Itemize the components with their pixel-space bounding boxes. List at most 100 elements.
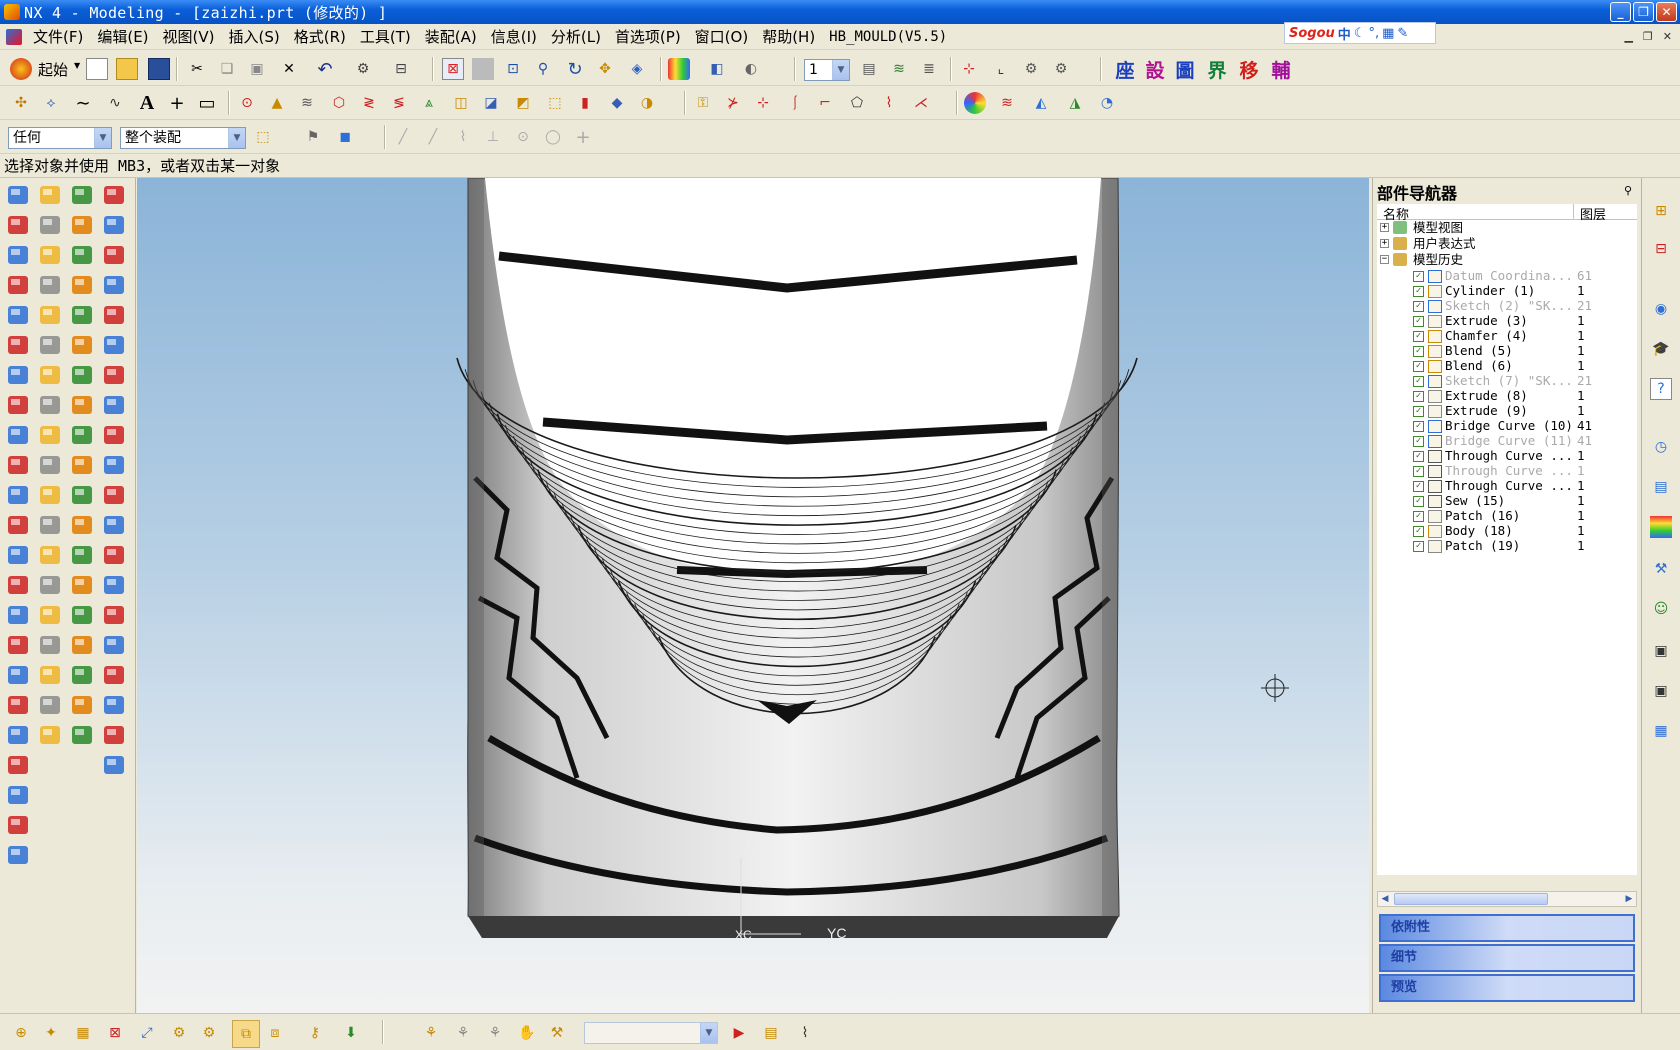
hb-assist-button[interactable]: 輔 xyxy=(1270,58,1292,82)
delete-icon[interactable]: ✕ xyxy=(278,58,300,80)
menu-preferences[interactable]: 首选项(P) xyxy=(608,26,688,47)
menu-hb-mould[interactable]: HB_MOULD(V5.5) xyxy=(822,29,954,45)
ime-toolbar[interactable]: Sogou 中 ☾ °, ▦ ✎ xyxy=(1284,22,1436,44)
edit-length-icon[interactable]: ⬠ xyxy=(846,92,868,114)
combined-curve-icon[interactable]: ◫ xyxy=(450,92,472,114)
feature-visibility-checkbox[interactable]: ✓ xyxy=(1413,496,1424,507)
fillet-curve-icon[interactable]: ⚿ xyxy=(692,92,714,114)
move-to-layer-icon[interactable]: ≣ xyxy=(918,58,940,80)
menu-analysis[interactable]: 分析(L) xyxy=(544,26,608,47)
feature-visibility-checkbox[interactable]: ✓ xyxy=(1413,436,1424,447)
feature-visibility-checkbox[interactable]: ✓ xyxy=(1413,346,1424,357)
curve-length-icon[interactable]: ⋌ xyxy=(910,92,932,114)
section-curve-icon[interactable]: ◩ xyxy=(512,92,534,114)
select-features-icon[interactable]: ⚑ xyxy=(302,126,324,148)
pan-icon[interactable]: ✥ xyxy=(594,58,616,80)
feature-row[interactable]: ✓ Sketch (7) "SK... 21 xyxy=(1377,373,1633,389)
keyboard-icon[interactable]: ▦ xyxy=(1382,26,1394,41)
selection-filter-icon[interactable]: ⬚ xyxy=(252,126,274,148)
paste-icon[interactable]: ▣ xyxy=(246,58,268,80)
replace-component-icon[interactable]: ⊠ xyxy=(104,1022,126,1044)
sequence-icon[interactable]: ▶ xyxy=(728,1022,750,1044)
motion-curve-icon[interactable]: ⌇ xyxy=(794,1022,816,1044)
reflection-analysis-icon[interactable]: ◮ xyxy=(1064,92,1086,114)
close-button[interactable]: ✕ xyxy=(1656,2,1677,22)
hand-icon[interactable]: ✋ xyxy=(516,1022,538,1044)
slope-analysis-icon[interactable]: ◔ xyxy=(1096,92,1118,114)
feature-row[interactable]: ✓ Bridge Curve (10) 41 xyxy=(1377,418,1633,434)
menu-tools[interactable]: 工具(T) xyxy=(353,26,418,47)
feature-visibility-checkbox[interactable]: ✓ xyxy=(1413,361,1424,372)
project-curve-icon[interactable]: ⩓ xyxy=(418,92,440,114)
stretch-curve-icon[interactable]: ⌇ xyxy=(878,92,900,114)
snap-endpoint-icon[interactable]: ╱ xyxy=(392,126,414,148)
wave-geometry-linker-icon[interactable]: ⧉ xyxy=(232,1020,260,1048)
feature-visibility-checkbox[interactable]: ✓ xyxy=(1413,421,1424,432)
selection-icon[interactable]: ⊟ xyxy=(390,58,412,80)
ellipse-icon[interactable]: ⊙ xyxy=(236,92,258,114)
feature-visibility-checkbox[interactable]: ✓ xyxy=(1413,286,1424,297)
pin-icon[interactable]: ⚲ xyxy=(1624,184,1632,197)
face-analysis-icon[interactable]: ◭ xyxy=(1030,92,1052,114)
feature-visibility-checkbox[interactable]: ✓ xyxy=(1413,331,1424,342)
minimize-button[interactable]: _ xyxy=(1610,2,1631,22)
wrap-curve-icon[interactable]: ◆ xyxy=(606,92,628,114)
feature-row[interactable]: ✓ Patch (19) 1 xyxy=(1377,538,1633,554)
snap-quadrant-icon[interactable]: ◯ xyxy=(542,126,564,148)
polygon-icon[interactable]: ⬡ xyxy=(328,92,350,114)
feature-row[interactable]: ✓ Extrude (9) 1 xyxy=(1377,403,1633,419)
save-icon[interactable] xyxy=(148,58,170,80)
clone-icon[interactable]: ⚷ xyxy=(304,1022,326,1044)
trim-curve-icon[interactable]: ⊁ xyxy=(722,92,744,114)
feature-row[interactable]: ✓ Cylinder (1) 1 xyxy=(1377,283,1633,299)
menu-file[interactable]: 文件(F) xyxy=(26,26,90,47)
color-palette-icon[interactable] xyxy=(964,92,986,114)
hb-setup-button[interactable]: 設 xyxy=(1144,58,1166,82)
document-menu-icon[interactable] xyxy=(6,28,22,45)
rectangle-icon[interactable]: ▭ xyxy=(196,92,218,114)
layer-visible-icon[interactable]: ≋ xyxy=(888,58,910,80)
feature-row[interactable]: ✓ Through Curve ... 1 xyxy=(1377,463,1633,479)
feature-row[interactable]: ✓ Blend (6) 1 xyxy=(1377,358,1633,374)
bridge-curve-icon[interactable]: ≶ xyxy=(388,92,410,114)
hb-drawing-button[interactable]: 圖 xyxy=(1174,58,1196,82)
feature-row[interactable]: ✓ Bridge Curve (11) 41 xyxy=(1377,433,1633,449)
palette-icon[interactable]: ▤ xyxy=(1650,476,1672,498)
system-materials-icon[interactable] xyxy=(1650,516,1672,538)
start-button[interactable]: 起始 xyxy=(38,59,68,80)
feature-row[interactable]: ✓ Datum Coordina... 61 xyxy=(1377,268,1633,284)
perspective-icon[interactable]: ◈ xyxy=(626,58,648,80)
explode-view-icon[interactable]: ⚙ xyxy=(198,1022,220,1044)
conic-icon[interactable]: ▲ xyxy=(266,92,288,114)
constraint-navigator-icon[interactable]: ⊟ xyxy=(1650,238,1672,260)
repeat-command-icon[interactable]: ⚙ xyxy=(352,58,374,80)
dependencies-panel[interactable]: 依附性 xyxy=(1379,914,1635,942)
feature-visibility-checkbox[interactable]: ✓ xyxy=(1413,376,1424,387)
simplify-curve-icon[interactable]: ◑ xyxy=(636,92,658,114)
feature-visibility-checkbox[interactable]: ✓ xyxy=(1413,316,1424,327)
add-component-icon[interactable]: ⊕ xyxy=(10,1022,32,1044)
component-tree-icon[interactable]: ⚘ xyxy=(420,1022,442,1044)
hb-boundary-button[interactable]: 界 xyxy=(1206,58,1228,82)
zoom-window-icon[interactable] xyxy=(472,58,494,80)
intersect-curve-icon[interactable]: ◪ xyxy=(480,92,502,114)
details-panel[interactable]: 细节 xyxy=(1379,944,1635,972)
text-icon[interactable]: A xyxy=(136,92,158,114)
feature-row[interactable]: ✓ Extrude (3) 1 xyxy=(1377,313,1633,329)
work-layer-select[interactable]: 1 ▼ xyxy=(804,59,850,81)
reposition-icon[interactable]: ⤢ xyxy=(136,1022,158,1044)
snap-intersection-icon[interactable]: ⊥ xyxy=(482,126,504,148)
history-icon[interactable]: ◷ xyxy=(1650,436,1672,458)
feature-visibility-checkbox[interactable]: ✓ xyxy=(1413,511,1424,522)
cut-icon[interactable]: ✂ xyxy=(186,58,208,80)
select-body-icon[interactable]: ◼ xyxy=(334,126,356,148)
menu-help[interactable]: 帮助(H) xyxy=(755,26,822,47)
snap-existing-point-icon[interactable]: + xyxy=(572,126,594,148)
new-file-icon[interactable] xyxy=(86,58,108,80)
feature-visibility-checkbox[interactable]: ✓ xyxy=(1413,481,1424,492)
mate-component-icon[interactable]: ⚙ xyxy=(168,1022,190,1044)
divide-curve-icon[interactable]: ⎰ xyxy=(784,92,806,114)
zoom-icon[interactable]: ⊡ xyxy=(502,58,524,80)
spline-icon[interactable]: ∿ xyxy=(104,92,126,114)
reuse-library-icon[interactable]: ▣ xyxy=(1650,640,1672,662)
